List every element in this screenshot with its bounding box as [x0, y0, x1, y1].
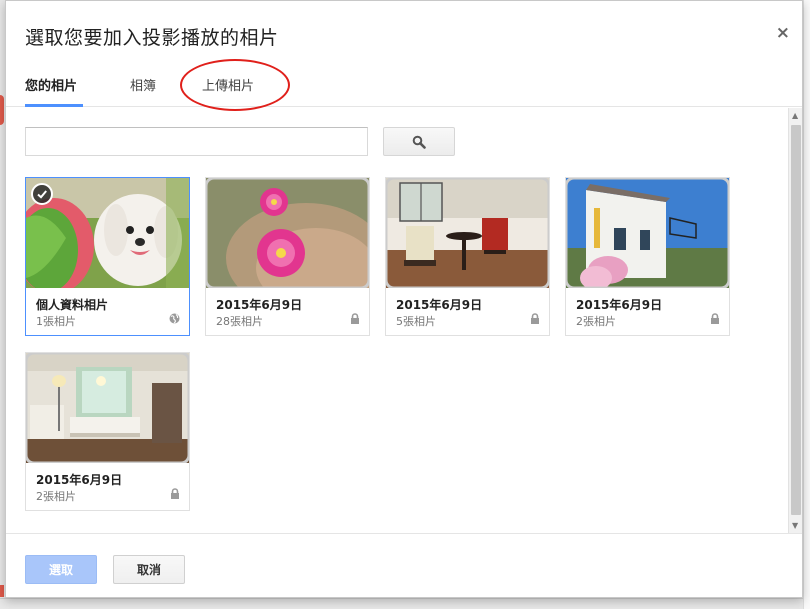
album-card[interactable]: 2015年6月9日 2張相片	[565, 177, 730, 336]
album-card[interactable]: 2015年6月9日 28張相片	[205, 177, 370, 336]
album-name: 個人資料相片	[36, 298, 109, 312]
album-name: 2015年6月9日	[36, 473, 123, 487]
background-badge	[0, 585, 4, 597]
tab-bar: 您的相片 相簿 上傳相片	[6, 61, 802, 107]
background-badge	[0, 95, 4, 125]
cancel-button[interactable]: 取消	[113, 555, 185, 584]
lock-icon	[531, 313, 539, 324]
album-photo-count: 2張相片	[36, 490, 76, 503]
globe-icon	[169, 313, 180, 324]
scrollbar-thumb[interactable]	[791, 125, 801, 515]
background-page-right	[803, 0, 810, 609]
album-card[interactable]: 2015年6月9日 5張相片	[385, 177, 550, 336]
album-photo-count: 1張相片	[36, 315, 76, 328]
search-input[interactable]	[25, 127, 368, 156]
album-scroll-area[interactable]: 個人資料相片 1張相片 2015年6月9日 28張相片 2015年6月9日 5張…	[6, 108, 788, 533]
search-button[interactable]	[383, 127, 455, 156]
vertical-scrollbar[interactable]: ▲ ▼	[788, 108, 802, 533]
lock-icon	[351, 313, 359, 324]
tab-your-photos[interactable]: 您的相片	[25, 75, 84, 107]
tab-albums[interactable]: 相簿	[130, 75, 156, 107]
tab-upload-photos[interactable]: 上傳相片	[202, 75, 254, 107]
lock-icon	[711, 313, 719, 324]
scroll-up-icon[interactable]: ▲	[792, 111, 798, 120]
living-room-photo	[26, 353, 189, 463]
search-icon	[412, 135, 426, 149]
house-exterior-photo	[566, 178, 729, 288]
photo-picker-dialog: 選取您要加入投影播放的相片 × 您的相片 相簿 上傳相片 個人資料相片 1張相片…	[5, 0, 803, 598]
album-name: 2015年6月9日	[216, 298, 303, 312]
album-photo-count: 5張相片	[396, 315, 436, 328]
select-button[interactable]: 選取	[25, 555, 97, 584]
background-page-bottom	[0, 598, 810, 609]
close-icon[interactable]: ×	[776, 23, 790, 43]
scroll-down-icon[interactable]: ▼	[792, 521, 798, 530]
album-photo-count: 28張相片	[216, 315, 263, 328]
album-card-profile[interactable]: 個人資料相片 1張相片	[25, 177, 190, 336]
album-name: 2015年6月9日	[396, 298, 483, 312]
cactus-flower-photo	[206, 178, 369, 288]
dialog-footer: 選取 取消	[6, 533, 802, 597]
lock-icon	[171, 488, 179, 499]
album-name: 2015年6月9日	[576, 298, 663, 312]
album-photo-count: 2張相片	[576, 315, 616, 328]
dialog-title: 選取您要加入投影播放的相片	[25, 27, 279, 49]
selected-check-icon	[31, 183, 53, 205]
album-card[interactable]: 2015年6月9日 2張相片	[25, 352, 190, 511]
dining-room-photo	[386, 178, 549, 288]
